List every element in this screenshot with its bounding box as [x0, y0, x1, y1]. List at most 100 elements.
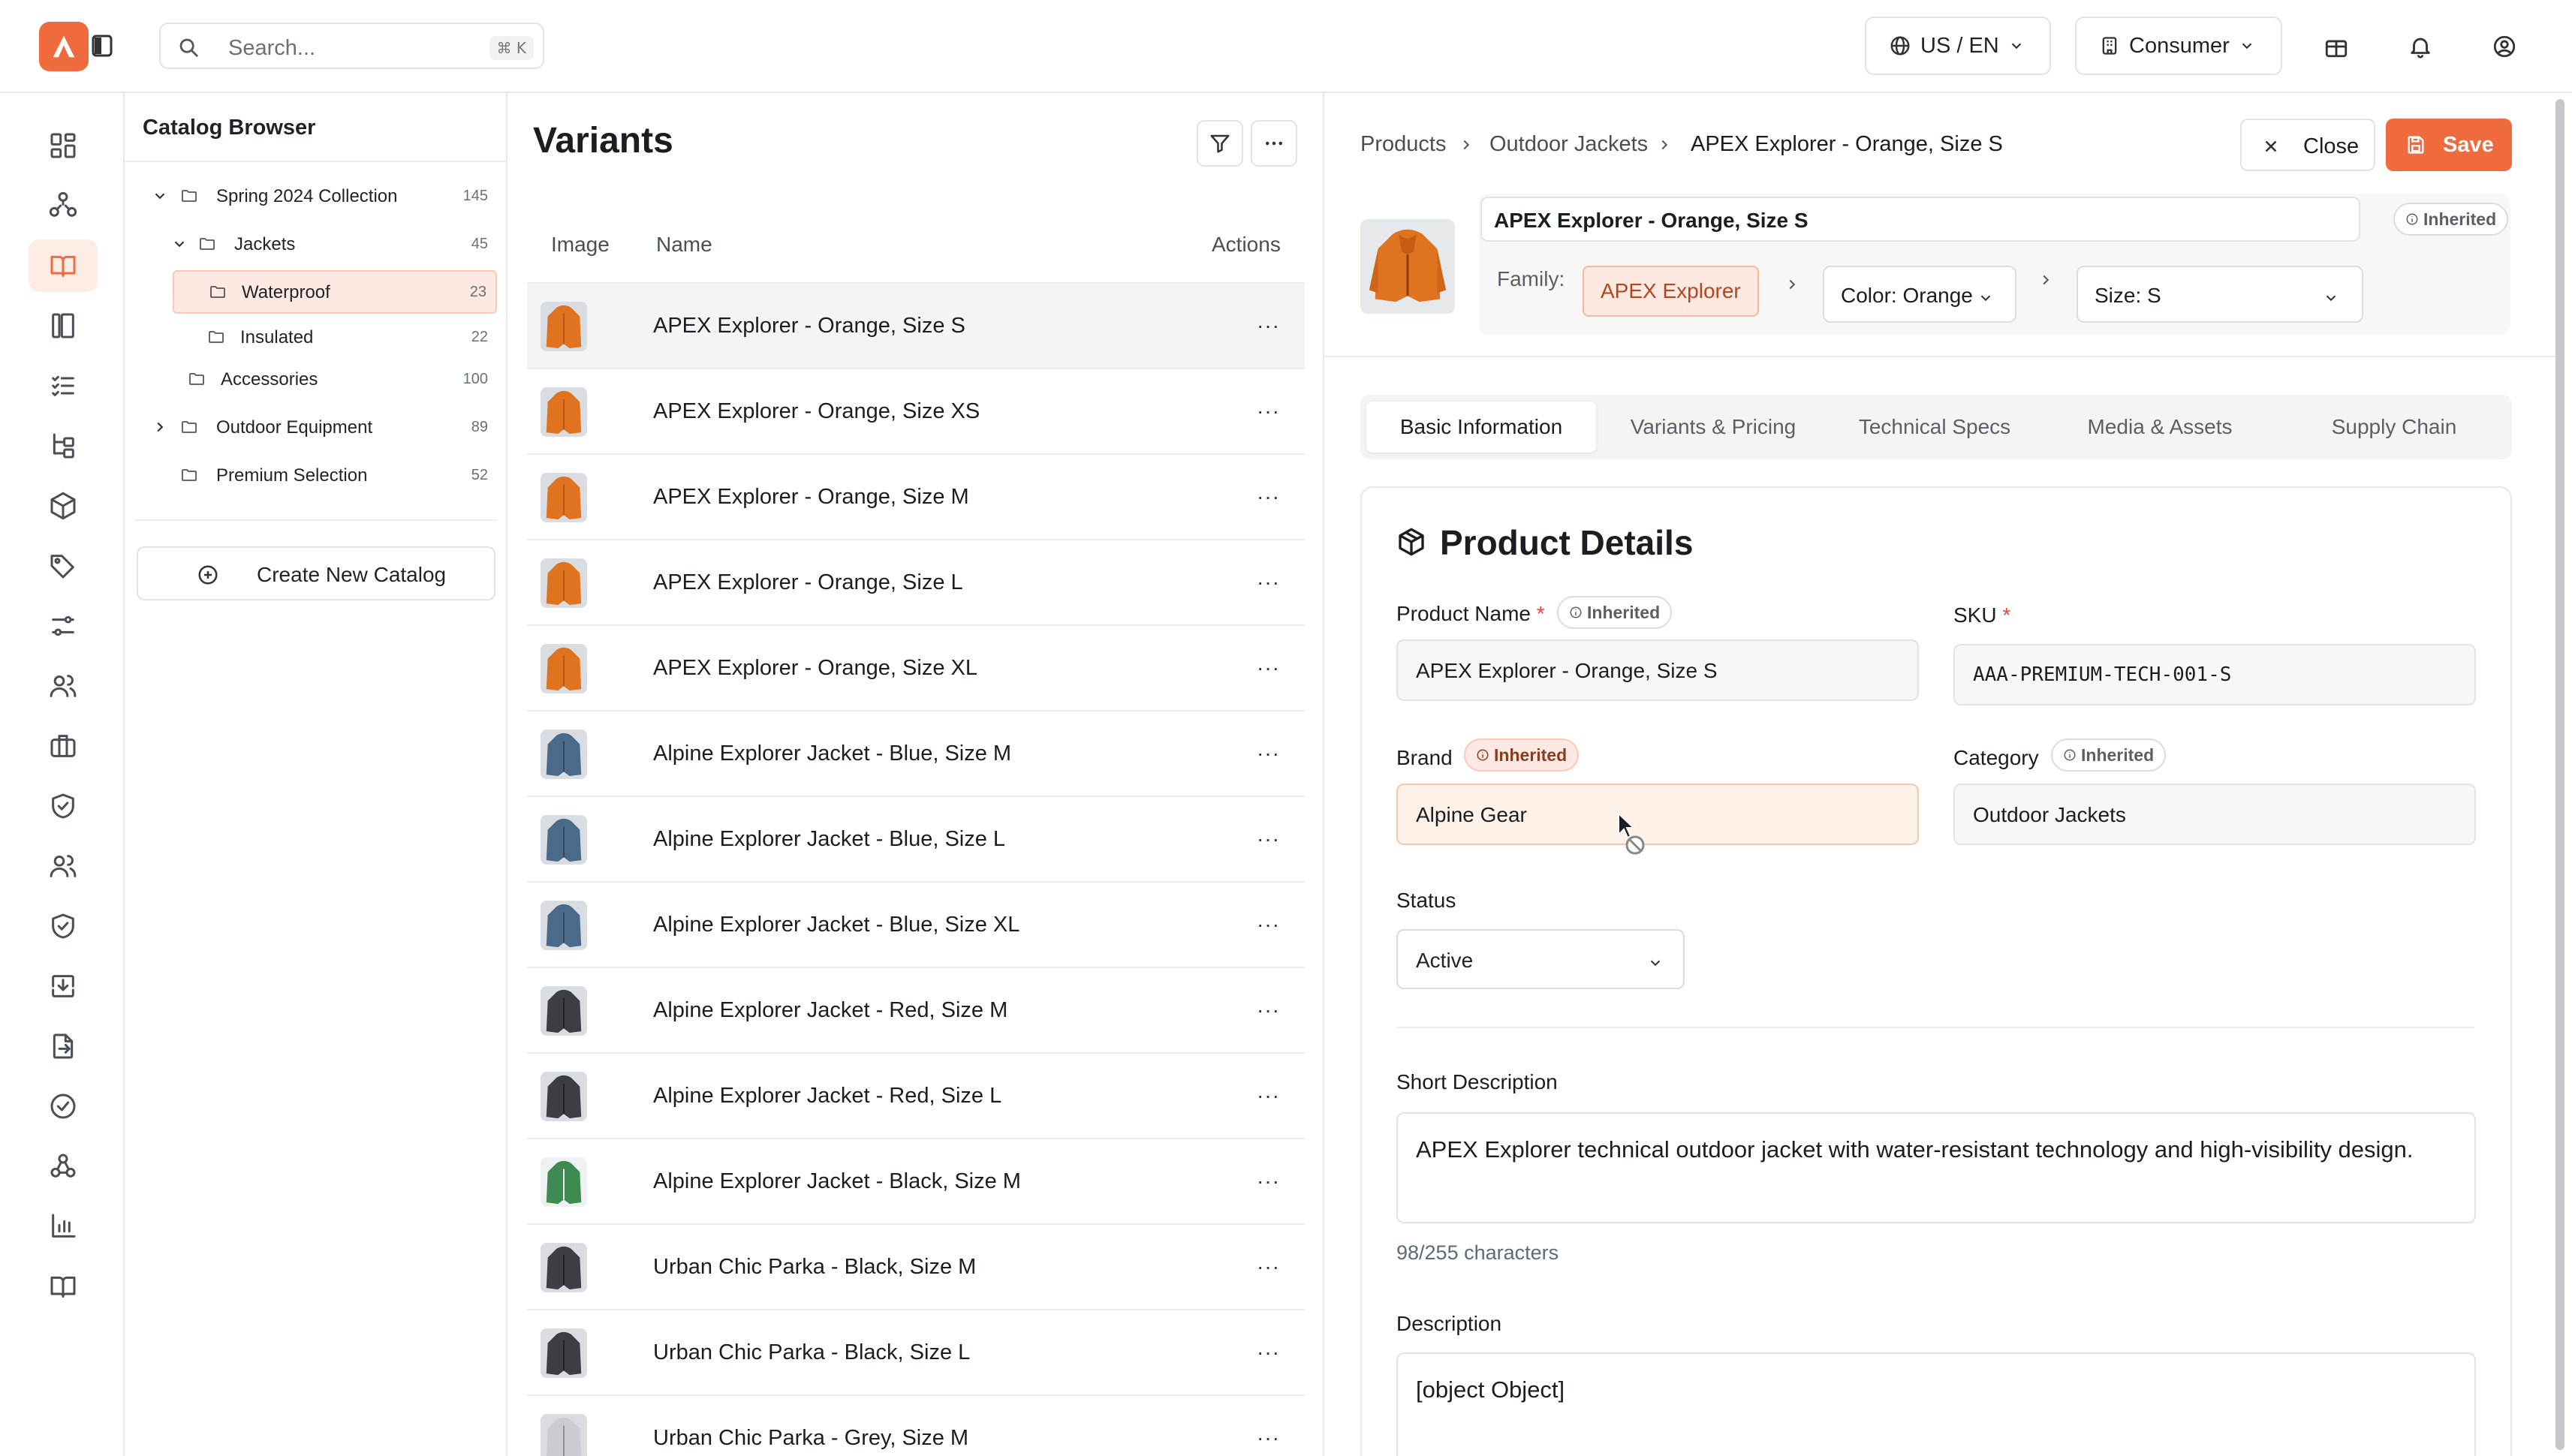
rail-item-import[interactable] — [29, 960, 98, 1012]
tree-node-jackets[interactable]: Jackets 45 — [135, 224, 497, 264]
filter-button[interactable] — [1197, 120, 1243, 167]
row-actions-button[interactable]: ··· — [1257, 570, 1280, 594]
rail-item-dashboard[interactable] — [29, 119, 98, 172]
variant-row[interactable]: Alpine Explorer Jacket - Black, Size M ··… — [527, 1139, 1305, 1225]
rail-item-tags[interactable] — [29, 540, 98, 592]
more-options-button[interactable] — [1251, 120, 1297, 167]
rail-item-checklist[interactable] — [29, 359, 98, 412]
tab-variants-pricing[interactable]: Variants & Pricing — [1604, 402, 1823, 453]
color-select[interactable]: Color: Orange — [1823, 266, 2016, 323]
variant-row[interactable]: APEX Explorer - Orange, Size M ··· — [527, 455, 1305, 540]
variant-row[interactable]: Urban Chic Parka - Grey, Size M ··· — [527, 1396, 1305, 1456]
rail-item-webhook[interactable] — [29, 1140, 98, 1193]
description-field[interactable]: [object Object] — [1396, 1352, 2476, 1456]
row-actions-button[interactable]: ··· — [1257, 913, 1280, 937]
row-actions-button[interactable]: ··· — [1257, 827, 1280, 851]
search-input[interactable]: Search... ⌘ K — [159, 23, 544, 69]
size-select[interactable]: Size: S — [2077, 266, 2363, 323]
variant-row[interactable]: APEX Explorer - Orange, Size S ··· — [527, 284, 1305, 369]
variant-thumbnail — [541, 473, 587, 522]
logo-icon[interactable] — [39, 22, 89, 71]
family-chip[interactable]: APEX Explorer — [1583, 266, 1759, 317]
audience-selector[interactable]: Consumer — [2075, 17, 2282, 75]
rail-item-network[interactable] — [29, 179, 98, 232]
create-catalog-button[interactable]: Create New Catalog — [137, 546, 495, 600]
chevron-down-icon[interactable] — [171, 236, 188, 252]
variant-name-input[interactable]: APEX Explorer - Orange, Size S — [1480, 197, 2360, 242]
rail-item-briefcase[interactable] — [29, 720, 98, 772]
sidebar-toggle-icon[interactable] — [92, 33, 113, 59]
rail-item-sliders[interactable] — [29, 600, 98, 652]
rail-item-cube[interactable] — [29, 480, 98, 532]
variant-row[interactable]: Alpine Explorer Jacket - Blue, Size L ··· — [527, 797, 1305, 883]
column-header-name[interactable]: Name — [656, 233, 712, 257]
save-button[interactable]: Save — [2386, 119, 2512, 171]
variant-row[interactable]: Alpine Explorer Jacket - Red, Size L ··· — [527, 1054, 1305, 1139]
rail-item-library[interactable] — [29, 299, 98, 352]
row-actions-button[interactable]: ··· — [1257, 742, 1280, 766]
scrollbar[interactable] — [2552, 96, 2566, 1456]
user-circle-icon[interactable] — [2489, 32, 2519, 62]
row-actions-button[interactable]: ··· — [1257, 314, 1280, 338]
brand-value: Alpine Gear — [1416, 803, 1527, 826]
rail-item-team[interactable] — [29, 840, 98, 892]
variant-row[interactable]: APEX Explorer - Orange, Size L ··· — [527, 540, 1305, 626]
tab-media-assets[interactable]: Media & Assets — [2048, 402, 2272, 453]
tree-node-waterproof[interactable]: Waterproof 23 — [173, 270, 497, 314]
product-image[interactable] — [1360, 219, 1455, 314]
status-select[interactable]: Active — [1396, 929, 1685, 989]
folder-icon — [209, 331, 224, 343]
rail-item-export[interactable] — [29, 1020, 98, 1072]
rail-item-shield-check[interactable] — [29, 780, 98, 832]
short-description-field[interactable]: APEX Explorer technical outdoor jacket w… — [1396, 1112, 2476, 1223]
row-actions-button[interactable]: ··· — [1257, 1255, 1280, 1279]
tab-supply-chain[interactable]: Supply Chain — [2285, 402, 2503, 453]
row-actions-button[interactable]: ··· — [1257, 485, 1280, 509]
tree-node-count: 23 — [469, 284, 486, 300]
tree-node-spring-2024[interactable]: Spring 2024 Collection 145 — [135, 176, 497, 216]
info-icon — [2064, 749, 2076, 761]
bell-icon[interactable] — [2405, 32, 2435, 62]
tree-node-premium-selection[interactable]: Premium Selection 52 — [135, 455, 497, 495]
rail-item-shield-check[interactable] — [29, 900, 98, 952]
badge-label: Inherited — [1587, 602, 1661, 622]
gift-icon[interactable] — [2321, 32, 2351, 62]
category-field[interactable]: Outdoor Jackets — [1953, 784, 2476, 845]
row-actions-button[interactable]: ··· — [1257, 399, 1280, 423]
variant-row[interactable]: Urban Chic Parka - Black, Size L ··· — [527, 1310, 1305, 1396]
rail-item-docs-book[interactable] — [29, 1260, 98, 1313]
variant-row[interactable]: APEX Explorer - Orange, Size XS ··· — [527, 369, 1305, 455]
tab-technical-specs[interactable]: Technical Specs — [1833, 402, 2036, 453]
row-actions-button[interactable]: ··· — [1257, 1426, 1280, 1450]
row-actions-button[interactable]: ··· — [1257, 1169, 1280, 1193]
label-text: Product Name — [1396, 602, 1531, 625]
brand-field[interactable]: Alpine Gear — [1396, 784, 1919, 845]
close-button[interactable]: Close — [2240, 119, 2375, 171]
sku-field[interactable]: AAA-PREMIUM-TECH-001-S — [1953, 644, 2476, 705]
row-actions-button[interactable]: ··· — [1257, 656, 1280, 680]
rail-item-check-circle[interactable] — [29, 1080, 98, 1133]
variant-row[interactable]: Alpine Explorer Jacket - Blue, Size M ··· — [527, 711, 1305, 797]
tree-node-insulated[interactable]: Insulated 22 — [135, 317, 497, 357]
tree-node-accessories[interactable]: Accessories 100 — [135, 359, 497, 399]
breadcrumb-outdoor-jackets[interactable]: Outdoor Jackets — [1489, 132, 1648, 157]
rail-item-hierarchy[interactable] — [29, 420, 98, 472]
chevron-down-icon[interactable] — [152, 188, 168, 204]
breadcrumb-products[interactable]: Products — [1360, 132, 1446, 157]
chevron-right-icon[interactable] — [152, 419, 168, 435]
variant-row[interactable]: APEX Explorer - Orange, Size XL ··· — [527, 626, 1305, 711]
rail-item-analytics[interactable] — [29, 1200, 98, 1253]
rail-item-users[interactable] — [29, 660, 98, 712]
locale-selector[interactable]: US / EN — [1865, 17, 2051, 75]
tree-node-outdoor-equipment[interactable]: Outdoor Equipment 89 — [135, 407, 497, 447]
variant-row[interactable]: Alpine Explorer Jacket - Red, Size M ··· — [527, 968, 1305, 1054]
variant-row[interactable]: Alpine Explorer Jacket - Blue, Size XL ··… — [527, 883, 1305, 968]
tab-basic-information[interactable]: Basic Information — [1366, 402, 1596, 453]
row-actions-button[interactable]: ··· — [1257, 1084, 1280, 1108]
rail-item-catalog-book[interactable] — [29, 239, 98, 292]
row-actions-button[interactable]: ··· — [1257, 998, 1280, 1022]
product-name-field[interactable]: APEX Explorer - Orange, Size S — [1396, 639, 1919, 701]
row-actions-button[interactable]: ··· — [1257, 1340, 1280, 1364]
scrollbar-thumb[interactable] — [2555, 99, 2564, 1450]
variant-row[interactable]: Urban Chic Parka - Black, Size M ··· — [527, 1225, 1305, 1310]
